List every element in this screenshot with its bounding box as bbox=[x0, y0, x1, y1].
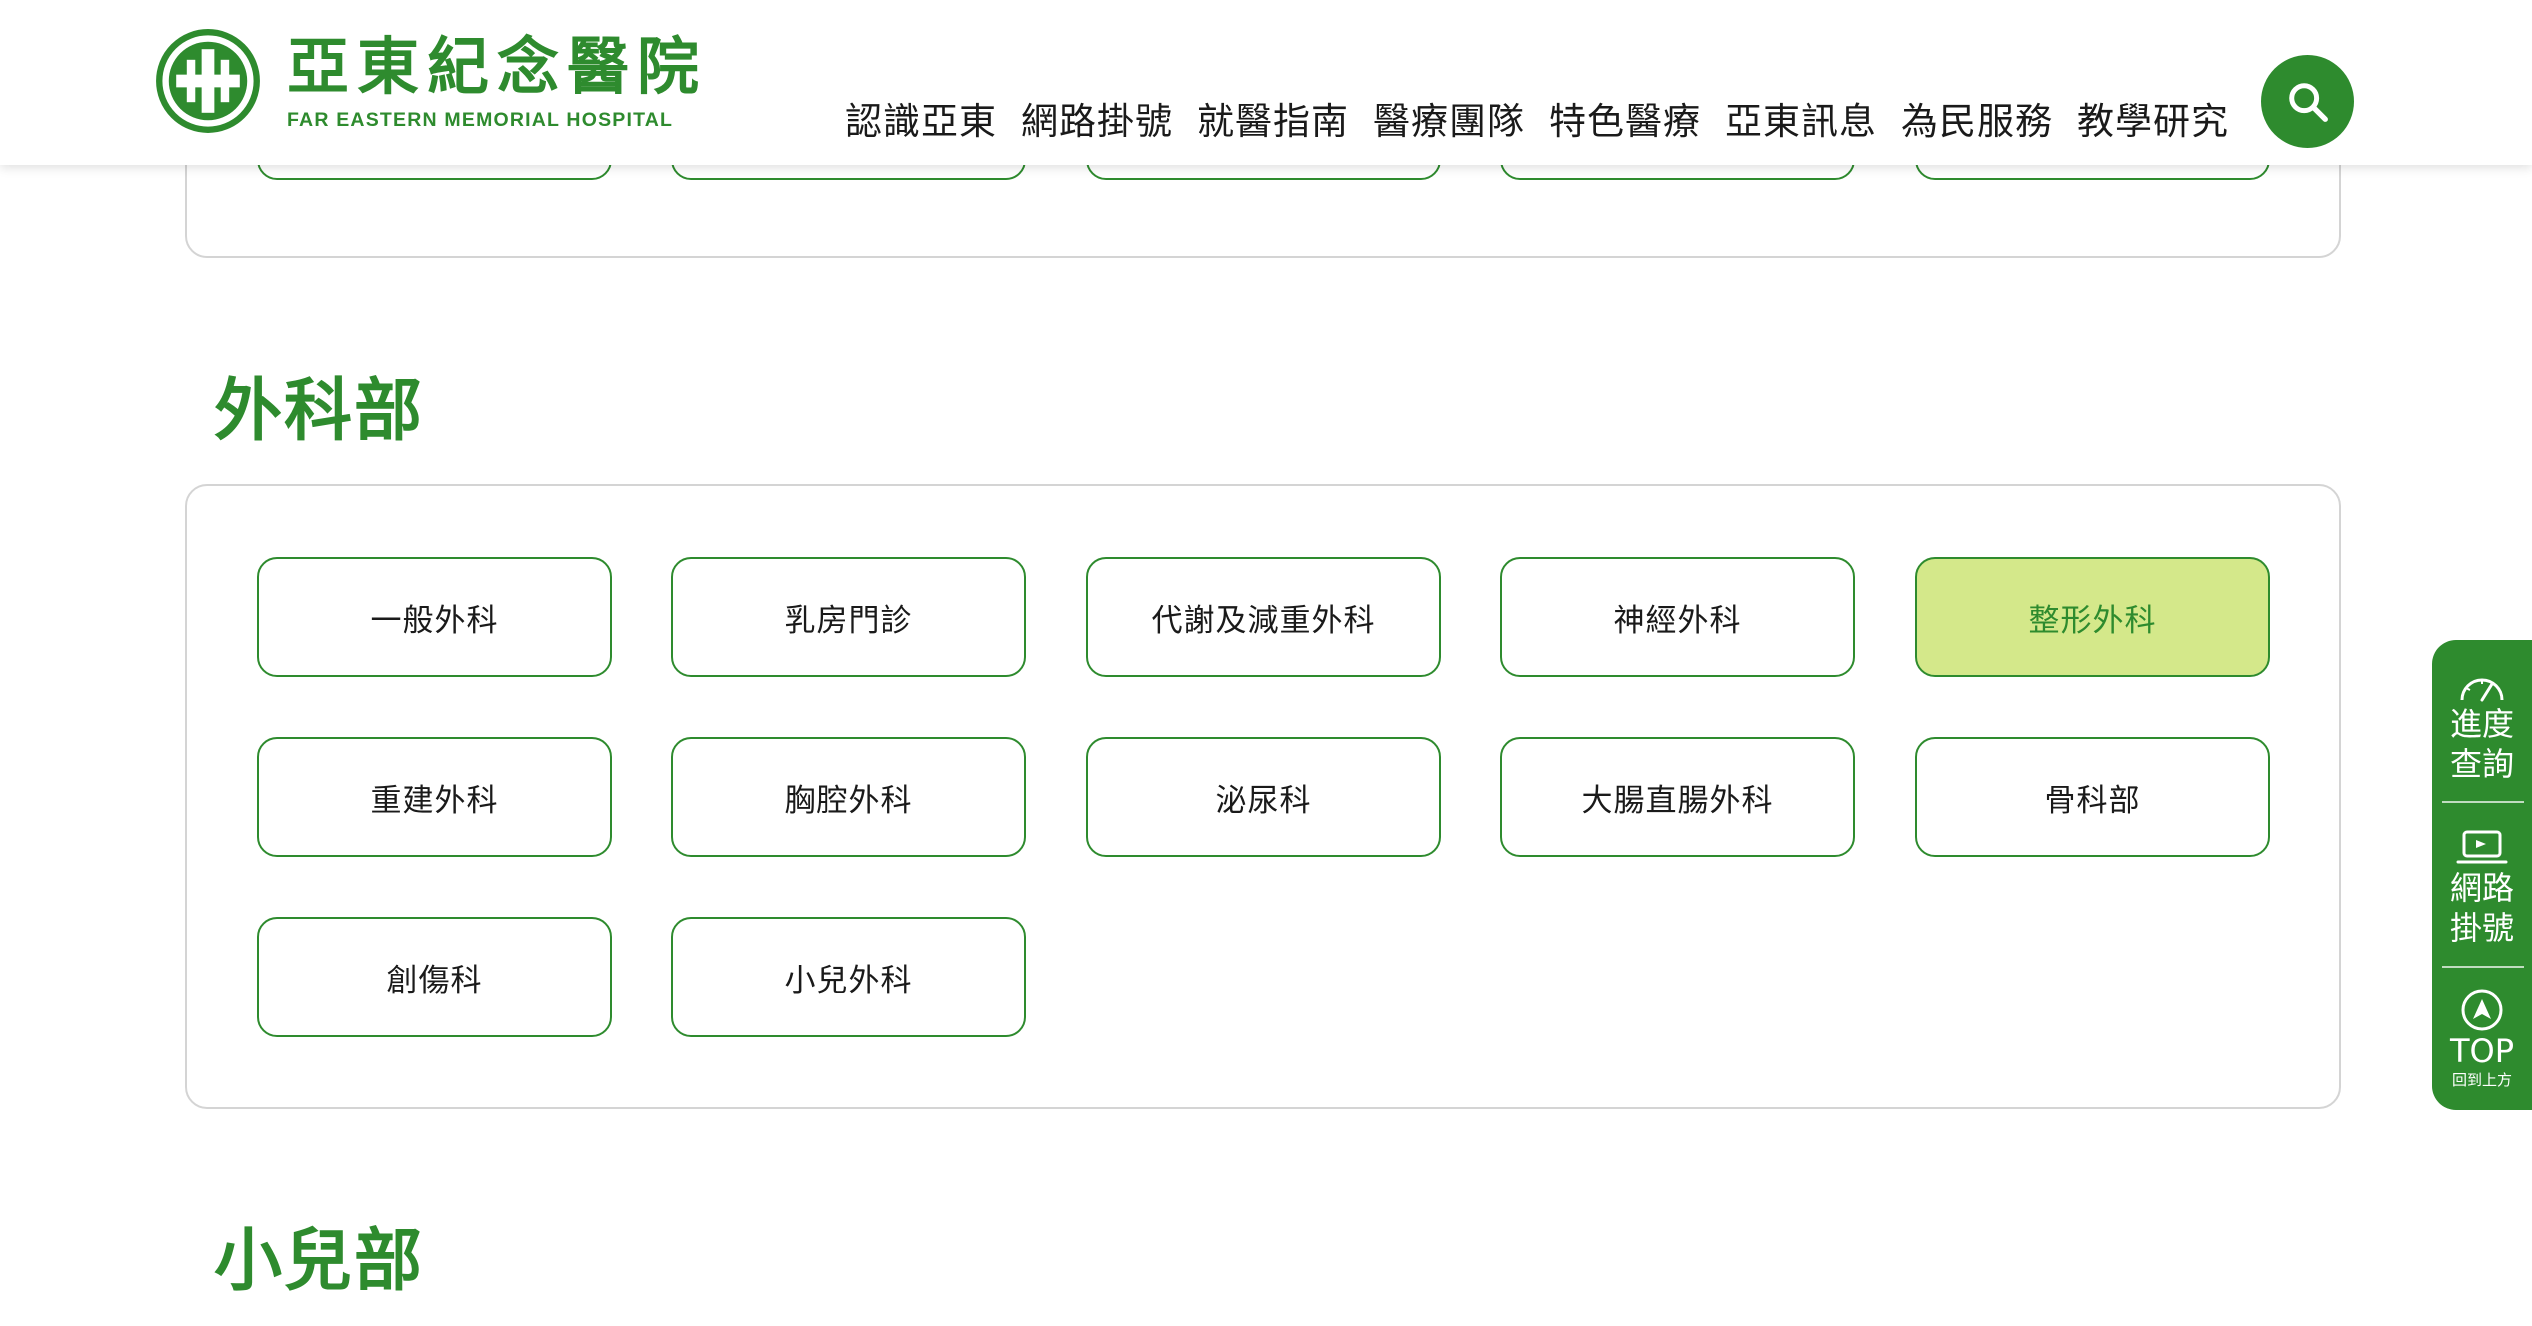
nav-item-featured-care[interactable]: 特色醫療 bbox=[1549, 91, 1701, 145]
nav-item-patient-guide[interactable]: 就醫指南 bbox=[1197, 91, 1349, 145]
back-to-top-sublabel: 回到上方 bbox=[2451, 1071, 2512, 1089]
department-button-general-surgery[interactable]: 一般外科 bbox=[257, 557, 612, 677]
department-button-trauma[interactable]: 創傷科 bbox=[257, 917, 612, 1037]
department-button-plastic-surgery[interactable]: 整形外科 bbox=[1915, 557, 2270, 677]
department-button-breast-clinic[interactable]: 乳房門診 bbox=[671, 557, 1026, 677]
progress-query-button[interactable]: 進度 查詢 bbox=[2432, 668, 2532, 784]
search-icon bbox=[2288, 82, 2328, 122]
surgery-department-panel: 一般外科 乳房門診 代謝及減重外科 神經外科 整形外科 重建外科 胸腔外科 泌尿… bbox=[185, 484, 2341, 1109]
progress-query-label-1: 進度 bbox=[2449, 705, 2514, 743]
hospital-emblem-icon bbox=[156, 29, 260, 133]
main-nav: 認識亞東 網路掛號 就醫指南 醫療團隊 特色醫療 亞東訊息 為民服務 教學研究 bbox=[845, 88, 2253, 148]
progress-query-label-2: 查詢 bbox=[2449, 745, 2514, 783]
surgery-section-title: 外科部 bbox=[214, 372, 425, 451]
side-divider bbox=[2442, 801, 2524, 803]
side-divider bbox=[2442, 966, 2524, 968]
department-button-urology[interactable]: 泌尿科 bbox=[1086, 737, 1441, 857]
nav-item-news[interactable]: 亞東訊息 bbox=[1725, 91, 1877, 145]
search-button[interactable] bbox=[2261, 55, 2354, 148]
nav-item-teaching-research[interactable]: 教學研究 bbox=[2077, 91, 2229, 145]
site-header: 亞東紀念醫院 FAR EASTERN MEMORIAL HOSPITAL 認識亞… bbox=[0, 0, 2532, 165]
department-button-orthopedics[interactable]: 骨科部 bbox=[1915, 737, 2270, 857]
nav-item-public-service[interactable]: 為民服務 bbox=[1901, 91, 2053, 145]
back-to-top-label: TOP bbox=[2449, 1032, 2515, 1070]
department-button-reconstructive-surgery[interactable]: 重建外科 bbox=[257, 737, 612, 857]
nav-item-online-registration[interactable]: 網路掛號 bbox=[1021, 91, 1173, 145]
online-registration-label-1: 網路 bbox=[2449, 869, 2514, 907]
laptop-icon bbox=[2456, 830, 2508, 864]
department-button-pediatric-surgery[interactable]: 小兒外科 bbox=[671, 917, 1026, 1037]
pediatrics-section-title: 小兒部 bbox=[214, 1222, 425, 1301]
arrow-up-circle-icon bbox=[2461, 989, 2503, 1031]
hospital-logo[interactable]: 亞東紀念醫院 FAR EASTERN MEMORIAL HOSPITAL bbox=[155, 26, 707, 136]
nav-item-about[interactable]: 認識亞東 bbox=[845, 91, 997, 145]
department-button-colorectal-surgery[interactable]: 大腸直腸外科 bbox=[1500, 737, 1855, 857]
back-to-top-button[interactable]: TOP 回到上方 bbox=[2432, 988, 2532, 1090]
speedometer-icon bbox=[2460, 678, 2504, 702]
nav-item-medical-team[interactable]: 醫療團隊 bbox=[1373, 91, 1525, 145]
online-registration-label-2: 掛號 bbox=[2449, 909, 2514, 947]
floating-side-bar: 進度 查詢 網路 掛號 TOP 回到上方 bbox=[2432, 640, 2532, 1110]
department-button-metabolic-bariatric[interactable]: 代謝及減重外科 bbox=[1086, 557, 1441, 677]
logo-english-name: FAR EASTERN MEMORIAL HOSPITAL bbox=[287, 108, 674, 131]
logo-chinese-name: 亞東紀念醫院 bbox=[287, 29, 708, 103]
department-button-neurosurgery[interactable]: 神經外科 bbox=[1500, 557, 1855, 677]
online-registration-side-button[interactable]: 網路 掛號 bbox=[2432, 828, 2532, 948]
department-button-thoracic-surgery[interactable]: 胸腔外科 bbox=[671, 737, 1026, 857]
